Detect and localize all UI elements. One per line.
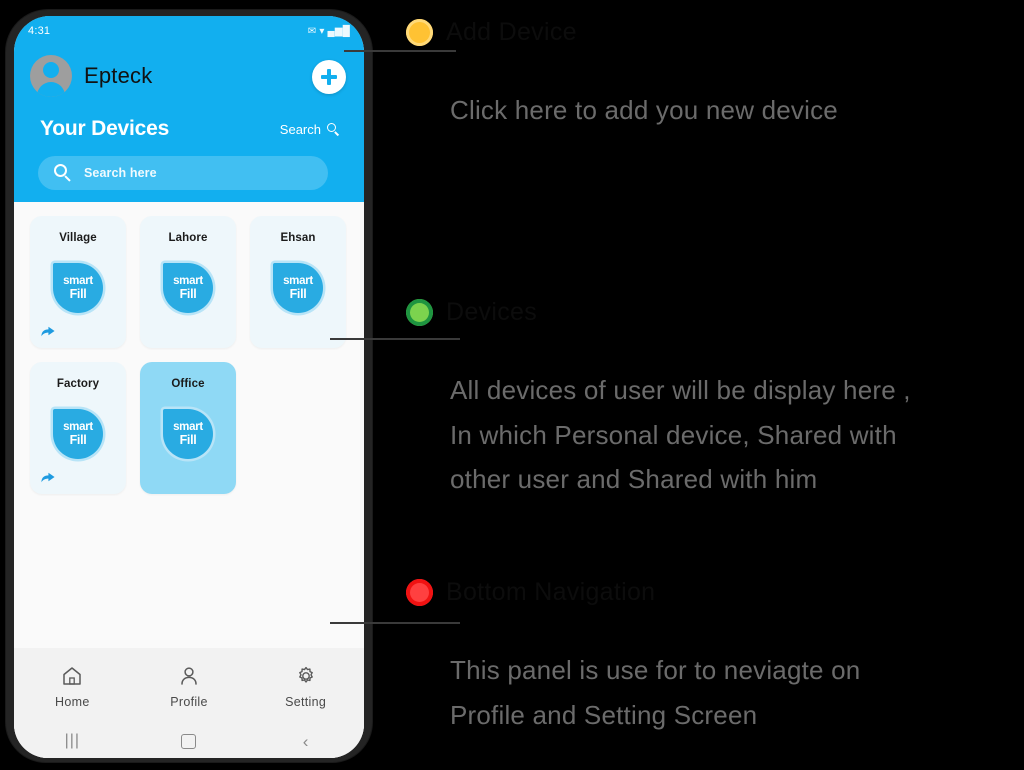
device-card[interactable]: Village smart Fill [30, 216, 126, 348]
search-link[interactable]: Search [280, 122, 340, 137]
smartfill-logo: smart Fill [160, 260, 216, 318]
nav-item-setting[interactable]: Setting [266, 664, 346, 709]
add-device-button[interactable] [312, 60, 346, 94]
annotation-heading-devices: Devices [446, 298, 538, 326]
status-bar-time: 4:31 [28, 25, 51, 37]
smartfill-logo-line1: smart [63, 275, 93, 287]
home-square-icon[interactable] [154, 733, 224, 749]
bottom-navigation-bar: Home Profile Setting [14, 648, 364, 724]
smartfill-logo: smart Fill [50, 406, 106, 464]
device-card-title: Lahore [168, 232, 208, 244]
marker-dot-devices [406, 299, 433, 326]
smartfill-logo-text: smart Fill [173, 421, 203, 447]
smartfill-logo-line1: smart [283, 275, 313, 287]
person-icon [181, 666, 197, 685]
smartfill-logo-line2: Fill [289, 286, 307, 301]
smartfill-logo-line1: smart [173, 421, 203, 433]
search-icon [327, 122, 340, 136]
device-card-title: Office [171, 378, 205, 390]
device-card[interactable]: Office smart Fill [140, 362, 236, 494]
device-card-title: Factory [56, 378, 100, 390]
smartfill-logo-line2: Fill [69, 432, 87, 447]
search-icon [54, 164, 72, 182]
status-bar-icons: ✉ ▾ ▄▆█ [307, 26, 350, 37]
share-arrow-icon[interactable] [40, 470, 56, 484]
annotation-heading-add-device: Add Device [446, 18, 577, 46]
nav-item-home-label: Home [55, 694, 90, 709]
marker-dot-add-device [406, 19, 433, 46]
page-title: Your Devices [40, 117, 170, 140]
smartfill-logo-line2: Fill [179, 286, 197, 301]
search-input[interactable]: Search here [38, 156, 328, 190]
avatar-head-shape [43, 62, 59, 78]
device-card-title: Ehsan [280, 232, 316, 244]
status-bar: 4:31 ✉ ▾ ▄▆█ [14, 16, 364, 38]
smartfill-logo-line2: Fill [179, 432, 197, 447]
device-list-area: Village smart Fill Lahore smart Fill Ehsan smar… [14, 202, 364, 758]
share-arrow-icon[interactable] [40, 324, 56, 338]
smartfill-logo-shape: smart Fill [273, 263, 323, 313]
annotation-body-add-device: Click here to add you new device [450, 95, 838, 125]
nav-item-setting-label: Setting [285, 694, 327, 709]
smartfill-logo-text: smart Fill [173, 275, 203, 301]
annotation-body-bottom-nav: This panel is use for to neviagte on Pro… [450, 655, 861, 730]
smartfill-logo: smart Fill [50, 260, 106, 318]
android-system-nav: ||| ‹ [14, 724, 364, 758]
smartfill-logo-line1: smart [63, 421, 93, 433]
smartfill-logo-text: smart Fill [63, 421, 93, 447]
smartfill-logo: smart Fill [270, 260, 326, 318]
home-icon [63, 666, 82, 685]
back-icon[interactable]: ‹ [271, 733, 341, 750]
device-card[interactable]: Factory smart Fill [30, 362, 126, 494]
plus-icon [321, 69, 337, 85]
nav-item-profile-label: Profile [170, 694, 208, 709]
annotation-body-devices: All devices of user will be display here… [450, 375, 911, 495]
smartfill-logo: smart Fill [160, 406, 216, 464]
gear-icon [298, 666, 313, 683]
screenshot-canvas: 4:31 ✉ ▾ ▄▆█ Epteck Your Devices Search [0, 0, 1024, 770]
device-card-title: Village [59, 232, 97, 244]
avatar-body-shape [37, 82, 65, 97]
device-card[interactable]: Ehsan smart Fill [250, 216, 346, 348]
smartfill-logo-shape: smart Fill [163, 409, 213, 459]
leader-line-add-device [344, 50, 456, 52]
nav-item-home[interactable]: Home [32, 664, 112, 709]
leader-line-bottom-nav [330, 622, 460, 624]
search-link-label: Search [279, 121, 321, 137]
phone-frame: 4:31 ✉ ▾ ▄▆█ Epteck Your Devices Search [6, 10, 372, 762]
smartfill-logo-shape: smart Fill [53, 263, 103, 313]
smartfill-logo-line2: Fill [69, 286, 87, 301]
recents-icon[interactable]: ||| [37, 732, 107, 750]
smartfill-logo-shape: smart Fill [163, 263, 213, 313]
smartfill-logo-text: smart Fill [283, 275, 313, 301]
leader-line-devices [330, 338, 460, 340]
phone-screen: 4:31 ✉ ▾ ▄▆█ Epteck Your Devices Search [14, 16, 364, 758]
marker-dot-bottom-nav [406, 579, 433, 606]
annotation-heading-bottom-nav: Bottom Navigation [446, 578, 656, 606]
avatar[interactable] [30, 55, 72, 97]
brand-name: Epteck [84, 63, 153, 88]
header-section-row: Your Devices Search [14, 112, 364, 146]
device-grid: Village smart Fill Lahore smart Fill Ehsan smar… [30, 216, 350, 494]
smartfill-logo-shape: smart Fill [53, 409, 103, 459]
smartfill-logo-line1: smart [173, 275, 203, 287]
nav-item-profile[interactable]: Profile [149, 664, 229, 709]
search-input-placeholder: Search here [84, 166, 157, 180]
device-card[interactable]: Lahore smart Fill [140, 216, 236, 348]
smartfill-logo-text: smart Fill [63, 275, 93, 301]
